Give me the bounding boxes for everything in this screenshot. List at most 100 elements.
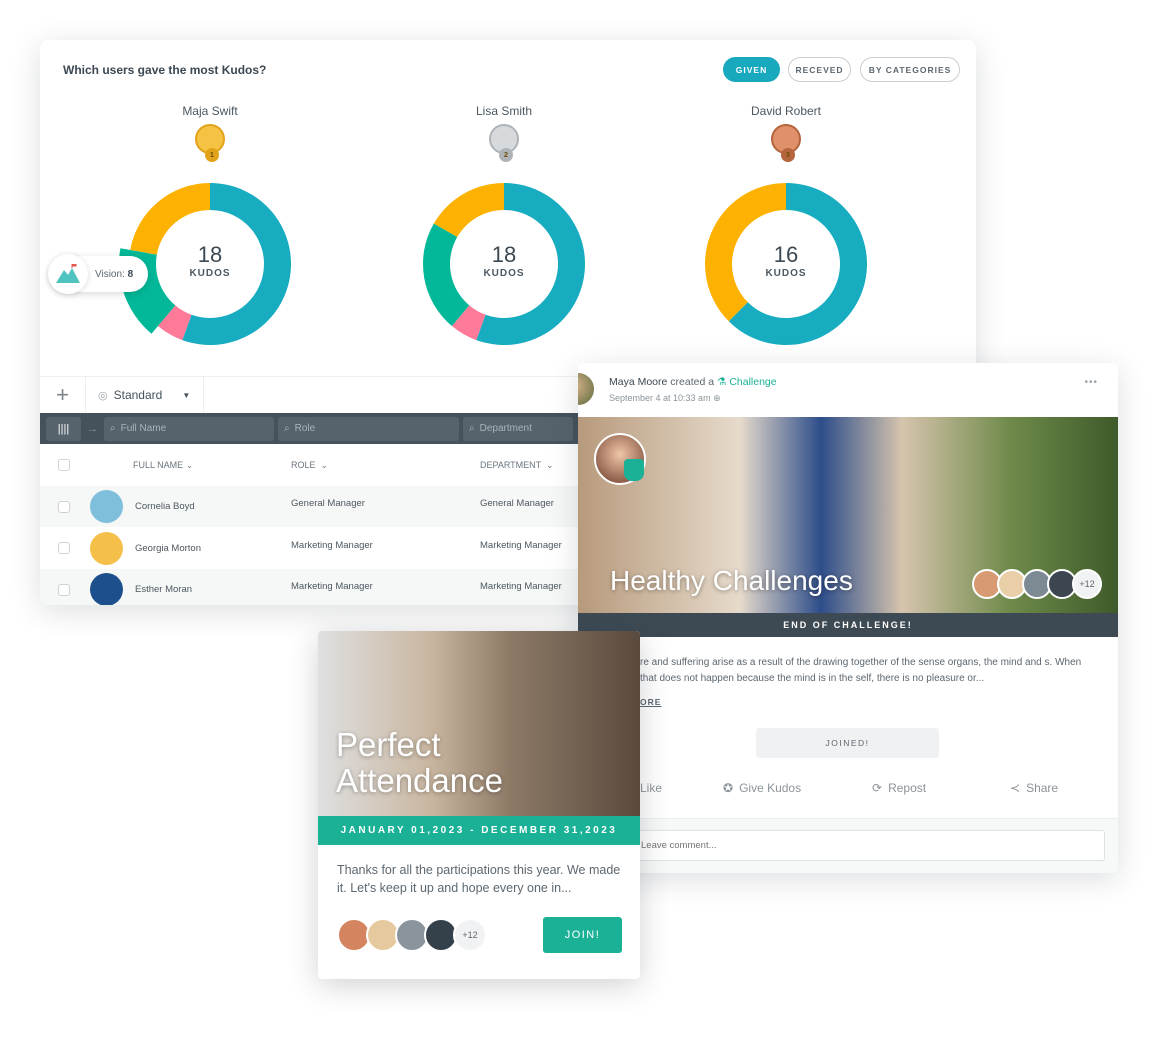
filter-bar: |||| → ⌕ Full Name ⌕ Role ⌕ Department — [40, 413, 580, 444]
eye-icon: ◎ — [98, 389, 108, 402]
kudos-title: Which users gave the most Kudos? — [63, 63, 267, 77]
kudos-total: 18 — [197, 242, 223, 267]
attendance-title: Perfect Attendance — [336, 726, 503, 799]
avatar — [90, 573, 123, 605]
avatar — [90, 490, 123, 523]
user-name: David Robert — [750, 104, 822, 118]
trophy-icon — [624, 459, 644, 481]
table-row[interactable]: Cornelia Boyd General Manager General Ma… — [40, 486, 580, 527]
post-text: re and suffering arise as a result of th… — [640, 657, 1082, 684]
cell-department: Marketing Manager — [480, 581, 562, 592]
user-name: Lisa Smith — [475, 104, 533, 118]
challenge-link[interactable]: ⚗ Challenge — [717, 376, 777, 388]
globe-icon: ⊕ — [713, 393, 721, 403]
search-icon: ⌕ — [469, 423, 475, 434]
view-select[interactable]: ◎ Standard ▼ — [86, 377, 204, 413]
search-icon: ⌕ — [284, 423, 290, 434]
more-participants-count: +12 — [453, 918, 487, 952]
like-button[interactable]: Like — [640, 781, 662, 795]
joined-button[interactable]: JOINED! — [756, 728, 939, 758]
attendance-text: Thanks for all the participations this y… — [337, 863, 621, 895]
more-options-icon[interactable]: ••• — [1084, 377, 1098, 388]
share-button[interactable]: ≺ Share — [1010, 781, 1058, 795]
challenge-title: Healthy Challenges — [610, 565, 853, 596]
challenge-post-card: Maya Moore created a ⚗ Challenge Septemb… — [578, 363, 1118, 873]
repost-icon: ⟳ — [872, 781, 883, 795]
kudos-donut[interactable]: 18 KUDOS — [119, 182, 292, 346]
kudos-total: 16 — [773, 242, 799, 267]
filter-given-button[interactable]: GIVEN — [723, 57, 780, 82]
read-more-link[interactable]: ORE — [640, 697, 661, 707]
rank-medal-icon: 1 — [205, 148, 219, 162]
participants-stack[interactable]: +12 — [972, 569, 1102, 599]
post-action: created a — [670, 376, 715, 388]
repost-button[interactable]: ⟳ Repost — [872, 781, 926, 795]
role-filter-input[interactable]: ⌕ Role — [278, 416, 459, 441]
cell-department: Marketing Manager — [480, 539, 562, 551]
filter-received-button[interactable]: RECEVED — [788, 57, 851, 82]
participants-stack[interactable]: +12 — [337, 918, 487, 952]
post-actions: Like ✪ Give Kudos ⟳ Repost ≺ Share — [578, 781, 1118, 803]
tooltip-label: Vision: — [95, 268, 125, 280]
author-name[interactable]: Maya Moore — [609, 376, 667, 388]
user-3: David Robert 3 — [686, 104, 886, 162]
user-1: Maja Swift 1 — [110, 104, 310, 162]
full-name-filter-input[interactable]: ⌕ Full Name — [104, 416, 274, 441]
more-participants-count: +12 — [1072, 569, 1102, 599]
view-label: Standard — [113, 388, 163, 402]
avatar-medal: 2 — [489, 124, 519, 162]
avatar-medal: 3 — [771, 124, 801, 162]
challenge-image: Healthy Challenges +12 — [578, 417, 1118, 613]
arrow-right-icon: → — [87, 422, 98, 435]
give-kudos-button[interactable]: ✪ Give Kudos — [723, 781, 801, 795]
row-checkbox[interactable] — [58, 542, 70, 554]
row-checkbox[interactable] — [58, 500, 70, 513]
donut-segment-yellow[interactable] — [433, 183, 504, 237]
cell-department: General Manager — [480, 498, 554, 509]
rank-medal-icon: 2 — [499, 148, 513, 162]
column-department[interactable]: DEPARTMENT ⌄ — [480, 460, 554, 471]
kudos-donut[interactable]: 16 KUDOS — [704, 182, 868, 346]
add-icon[interactable]: + — [40, 377, 86, 413]
cell-role: Marketing Manager — [291, 539, 373, 551]
post-header: Maya Moore created a ⚗ Challenge Septemb… — [578, 363, 1118, 417]
kudos-unit: KUDOS — [483, 268, 525, 279]
cell-role: General Manager — [291, 498, 365, 509]
attendance-dates: JANUARY 01,2023 - DECEMBER 31,2023 — [318, 816, 640, 845]
vision-tooltip: Vision: 8 — [48, 254, 148, 294]
column-role[interactable]: ROLE ⌄ — [291, 460, 328, 471]
comment-input[interactable] — [630, 830, 1105, 861]
author-avatar[interactable] — [578, 371, 596, 407]
perfect-attendance-card: Perfect Attendance JANUARY 01,2023 - DECE… — [318, 631, 640, 979]
table-toolbar: + ◎ Standard ▼ — [40, 376, 580, 413]
table-row[interactable]: Esther Moran Marketing Manager Marketing… — [40, 569, 580, 605]
select-all-checkbox[interactable] — [58, 459, 70, 471]
column-full-name[interactable]: FULL NAME ⌄ — [133, 460, 193, 471]
rank-medal-icon: 3 — [781, 148, 795, 162]
kudos-unit: KUDOS — [189, 268, 231, 279]
filter-by-categories-button[interactable]: BY CATEGORIES — [860, 57, 960, 82]
attendance-image: Perfect Attendance — [318, 631, 640, 816]
flask-icon: ⚗ — [716, 376, 727, 388]
avatar — [90, 531, 123, 565]
mountain-flag-icon — [48, 254, 88, 294]
cell-full-name: Cornelia Boyd — [135, 501, 195, 512]
share-icon: ≺ — [1010, 781, 1021, 795]
user-2: Lisa Smith 2 — [404, 104, 604, 162]
user-name: Maja Swift — [182, 104, 238, 118]
challenge-status: END OF CHALLENGE! — [578, 613, 1118, 637]
table-header: FULL NAME ⌄ ROLE ⌄ DEPARTMENT ⌄ — [40, 444, 580, 486]
columns-icon[interactable]: |||| — [46, 416, 81, 441]
cell-full-name: Esther Moran — [135, 584, 193, 595]
row-checkbox[interactable] — [58, 583, 70, 596]
kudos-donut[interactable]: 18 KUDOS — [422, 182, 586, 346]
kudos-unit: KUDOS — [765, 268, 807, 279]
department-filter-input[interactable]: ⌕ Department — [463, 416, 573, 441]
table-row[interactable]: Georgia Morton Marketing Manager Marketi… — [40, 527, 580, 569]
tooltip-value: 8 — [127, 268, 134, 280]
kudos-total: 18 — [491, 242, 517, 267]
post-date: September 4 at 10:33 am — [609, 393, 711, 403]
caret-down-icon: ▼ — [182, 390, 191, 400]
comment-area — [578, 818, 1118, 873]
join-button[interactable]: JOIN! — [543, 917, 622, 953]
